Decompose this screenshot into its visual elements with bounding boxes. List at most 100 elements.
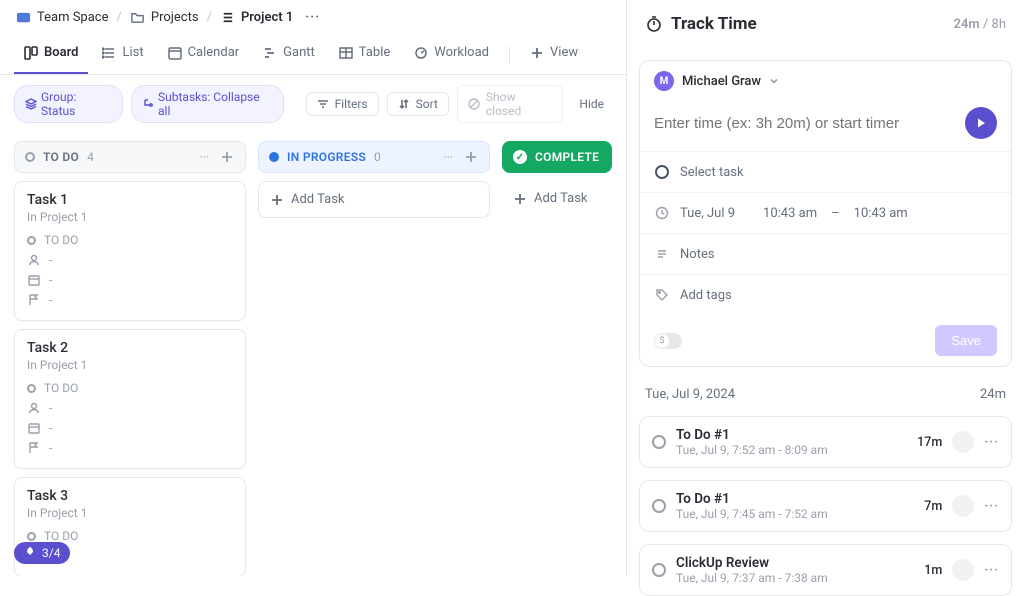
view-workload[interactable]: Workload	[404, 35, 499, 74]
crumb-more-icon[interactable]: ···	[301, 10, 324, 25]
view-board[interactable]: Board	[14, 35, 88, 74]
notes-icon	[654, 246, 670, 262]
crumb-project[interactable]: Project 1	[220, 10, 293, 25]
workload-icon	[414, 46, 428, 60]
view-calendar[interactable]: Calendar	[158, 35, 250, 74]
column-todo-count: 4	[87, 150, 94, 164]
column-more-icon[interactable]: ···	[198, 150, 211, 164]
column-todo: TO DO 4 ··· Task 1 In Project 1 TO DO - …	[14, 141, 246, 562]
log-name: ClickUp Review	[676, 555, 914, 571]
billable-toggle[interactable]	[654, 333, 682, 349]
time-log-item[interactable]: To Do #1Tue, Jul 9, 7:45 am - 7:52 am 7m…	[639, 480, 1012, 532]
sort-chip-label: Sort	[416, 97, 438, 111]
tags-row[interactable]: Add tags	[640, 274, 1011, 315]
crumb-folder[interactable]: Projects	[130, 10, 199, 25]
log-when: Tue, Jul 9, 7:45 am - 7:52 am	[676, 507, 914, 521]
notes-row[interactable]: Notes	[640, 233, 1011, 274]
log-date: Tue, Jul 9, 2024	[645, 387, 735, 402]
radio-icon	[652, 435, 666, 449]
board-columns: TO DO 4 ··· Task 1 In Project 1 TO DO - …	[0, 133, 626, 576]
column-add-icon[interactable]	[219, 151, 235, 163]
board-icon	[24, 46, 38, 60]
show-closed-chip[interactable]: Show closed	[457, 85, 564, 123]
hide-button[interactable]: Hide	[571, 93, 612, 115]
task-status-row[interactable]: TO DO	[27, 230, 233, 250]
log-more-icon[interactable]: ···	[984, 435, 999, 450]
track-user[interactable]: M Michael Graw	[640, 61, 1011, 101]
task-priority-row[interactable]: -	[27, 438, 233, 458]
select-task-label: Select task	[680, 165, 744, 180]
task-card[interactable]: Task 2 In Project 1 TO DO - - -	[14, 329, 246, 469]
team-icon	[16, 10, 31, 25]
notes-label: Notes	[680, 247, 715, 262]
column-header-todo[interactable]: TO DO 4 ···	[14, 141, 246, 173]
task-card[interactable]: Task 1 In Project 1 TO DO - - -	[14, 181, 246, 321]
group-pill[interactable]: Group: Status	[14, 85, 123, 123]
task-subtitle: In Project 1	[27, 506, 233, 520]
view-workload-label: Workload	[434, 45, 489, 60]
add-task-complete[interactable]: Add Task	[502, 181, 612, 216]
task-assignee-row[interactable]: -	[27, 398, 233, 418]
view-board-label: Board	[44, 45, 78, 60]
task-subtitle: In Project 1	[27, 358, 233, 372]
log-more-icon[interactable]: ···	[984, 563, 999, 578]
disabled-icon	[468, 98, 480, 110]
filters-chip[interactable]: Filters	[306, 92, 379, 116]
log-more-icon[interactable]: ···	[984, 499, 999, 514]
filters-chip-label: Filters	[335, 97, 368, 111]
task-date-row[interactable]: -	[27, 418, 233, 438]
radio-icon	[652, 499, 666, 513]
add-task-inprogress[interactable]: Add Task	[258, 181, 490, 218]
status-dot-icon	[27, 236, 36, 245]
column-header-complete[interactable]: ✓ COMPLETE	[502, 141, 612, 173]
track-form: M Michael Graw Select task Tue, Jul 9 10…	[639, 60, 1012, 367]
column-header-inprogress[interactable]: IN PROGRESS 0 ···	[258, 141, 490, 173]
view-table[interactable]: Table	[329, 35, 400, 74]
crumb-sep: /	[117, 10, 122, 25]
start-timer-button[interactable]	[965, 107, 997, 139]
log-avatar	[952, 495, 974, 517]
track-summary: 24m / 8h	[954, 17, 1006, 32]
status-dot-icon	[27, 384, 36, 393]
track-time-panel: Track Time 24m / 8h M Michael Graw Selec…	[626, 0, 1024, 576]
time-log-item[interactable]: To Do #1Tue, Jul 9, 7:52 am - 8:09 am 17…	[639, 416, 1012, 468]
time-entry-input[interactable]	[654, 115, 955, 132]
task-date-row[interactable]: -	[27, 270, 233, 290]
folder-icon	[130, 10, 145, 25]
sort-chip[interactable]: Sort	[387, 92, 449, 116]
log-name: To Do #1	[676, 491, 914, 507]
radio-icon	[655, 165, 669, 179]
log-duration: 17m	[917, 435, 942, 450]
column-more-icon[interactable]: ···	[442, 150, 455, 164]
column-add-icon[interactable]	[463, 151, 479, 163]
log-when: Tue, Jul 9, 7:37 am - 7:38 am	[676, 571, 914, 585]
list-icon	[220, 10, 235, 25]
stopwatch-icon	[645, 15, 663, 33]
quick-badge[interactable]: 3/4	[14, 542, 70, 564]
track-date: Tue, Jul 9	[680, 206, 735, 221]
view-gantt[interactable]: Gantt	[253, 35, 325, 74]
task-title: Task 1	[27, 192, 233, 208]
time-range-row[interactable]: Tue, Jul 9 10:43 am – 10:43 am	[640, 192, 1011, 233]
time-log-item[interactable]: ClickUp ReviewTue, Jul 9, 7:37 am - 7:38…	[639, 544, 1012, 596]
subtasks-icon	[142, 98, 154, 110]
add-view[interactable]: View	[520, 35, 588, 74]
layers-icon	[25, 98, 37, 110]
crumb-project-label: Project 1	[241, 10, 293, 25]
sort-icon	[398, 98, 410, 110]
task-priority-row[interactable]: -	[27, 290, 233, 310]
crumb-folder-label: Projects	[151, 10, 199, 25]
task-assignee-row[interactable]: -	[27, 250, 233, 270]
column-inprogress-name: IN PROGRESS	[287, 150, 366, 164]
track-from: 10:43 am	[763, 206, 817, 221]
show-closed-label: Show closed	[486, 90, 553, 118]
plus-icon	[530, 46, 544, 60]
tag-icon	[654, 287, 670, 303]
subtasks-pill[interactable]: Subtasks: Collapse all	[131, 85, 284, 123]
save-button[interactable]: Save	[935, 325, 997, 356]
view-list[interactable]: List	[92, 35, 153, 74]
task-status-row[interactable]: TO DO	[27, 378, 233, 398]
select-task-row[interactable]: Select task	[640, 151, 1011, 192]
crumb-space[interactable]: Team Space	[16, 10, 109, 25]
view-table-label: Table	[359, 45, 390, 60]
